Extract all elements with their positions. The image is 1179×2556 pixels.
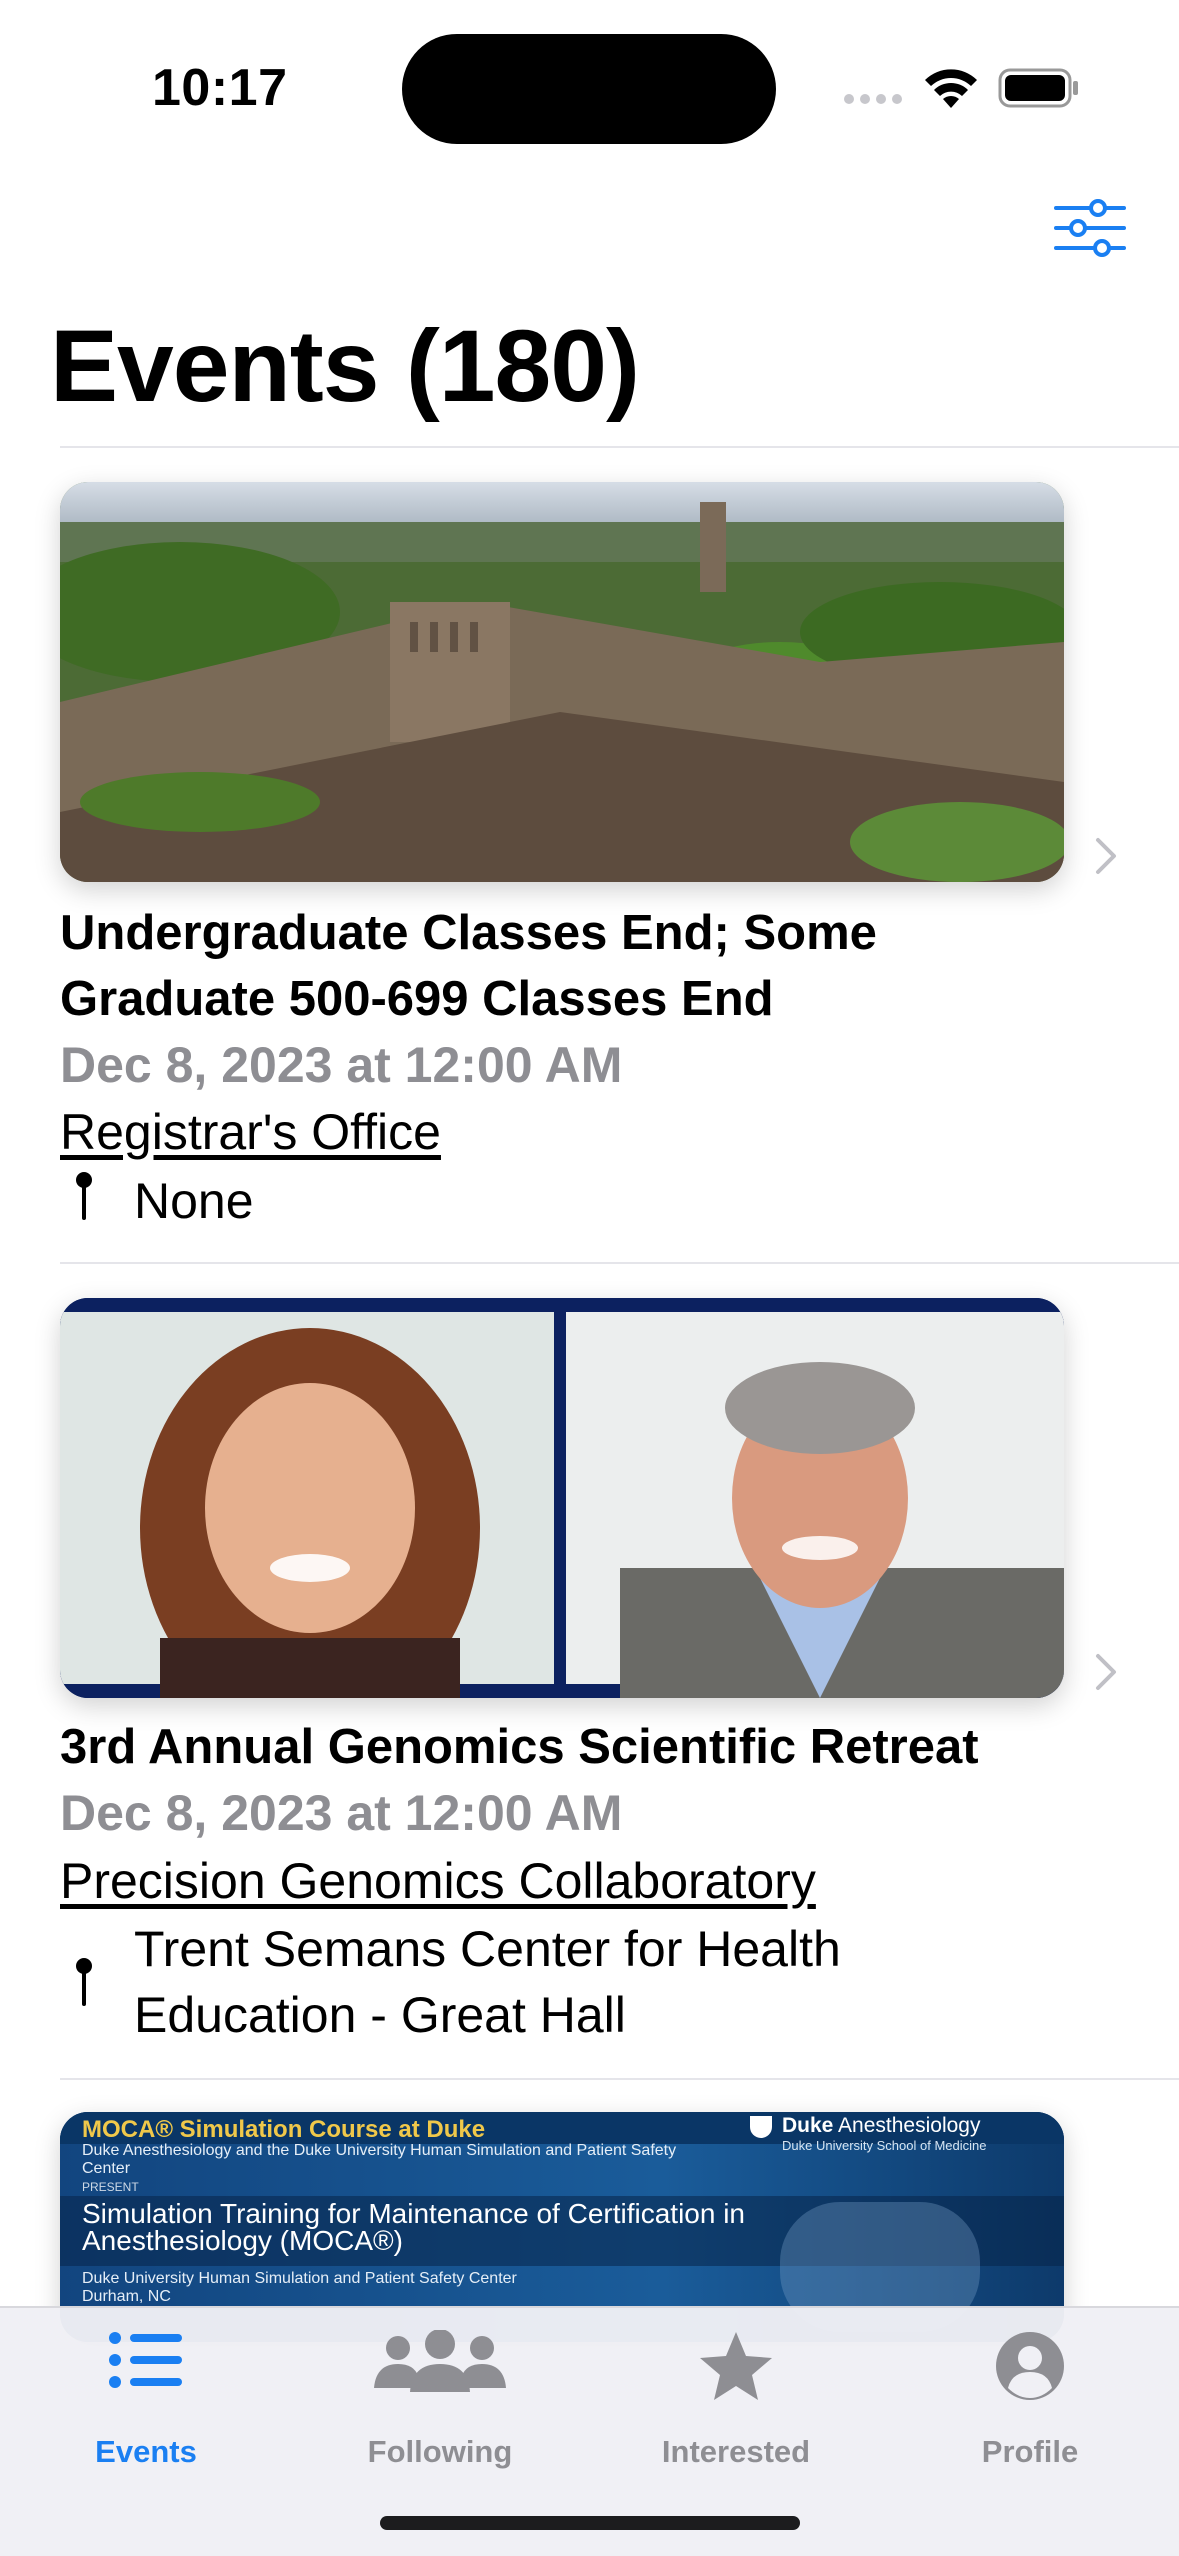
- banner-present: PRESENT: [82, 2180, 139, 2194]
- divider: [60, 1262, 1179, 1264]
- event-image: [60, 1298, 1064, 1698]
- pin-icon: [76, 1958, 92, 2006]
- campus-photo-image: [60, 482, 1064, 882]
- tab-label: Events: [95, 2434, 197, 2469]
- status-bar: 10:17: [0, 0, 1179, 160]
- banner-brand-rest: Anesthesiology: [838, 2114, 981, 2137]
- divider: [60, 446, 1179, 448]
- tab-label: Interested: [661, 2434, 811, 2469]
- event-location: Trent Semans Center for Health Education…: [134, 1921, 841, 2043]
- list-icon: [109, 2332, 182, 2388]
- page-title: Events (180): [50, 309, 640, 423]
- tab-interested[interactable]: Interested: [616, 2308, 856, 2478]
- event-organizer-link[interactable]: Registrar's Office: [60, 1103, 441, 1161]
- tab-label: Following: [367, 2434, 513, 2469]
- banner-brand-sub: Duke University School of Medicine: [782, 2138, 987, 2153]
- tab-profile[interactable]: Profile: [910, 2308, 1150, 2478]
- event-date: Dec 8, 2023 at 12:00 AM: [60, 1037, 623, 1093]
- battery-icon: [998, 68, 1078, 108]
- banner-venue: Duke University Human Simulation and Pat…: [82, 2270, 517, 2287]
- status-time: 10:17: [152, 59, 288, 117]
- banner-presenters: Duke Anesthesiology and the Duke Univers…: [82, 2142, 677, 2177]
- wifi-icon: [925, 69, 977, 108]
- home-indicator: [380, 2516, 800, 2530]
- star-icon: [700, 2332, 772, 2400]
- banner-brand-bold: Duke: [782, 2114, 834, 2137]
- event-date: Dec 8, 2023 at 12:00 AM: [60, 1785, 623, 1841]
- dynamic-island: [402, 34, 776, 144]
- event-title: Undergraduate Classes End; Some Graduate…: [60, 906, 877, 1026]
- banner-heading: MOCA® Simulation Course at Duke: [82, 2116, 486, 2143]
- cellular-signal-icon: [844, 94, 902, 104]
- person-circle-icon: [996, 2332, 1064, 2400]
- divider: [60, 2078, 1179, 2080]
- sliders-icon[interactable]: [1050, 196, 1130, 260]
- chevron-right-icon: [1096, 1654, 1116, 1690]
- duke-shield-icon: [750, 2116, 772, 2138]
- event-organizer-link[interactable]: Precision Genomics Collaboratory: [60, 1852, 816, 1910]
- event-title: 3rd Annual Genomics Scientific Retreat: [60, 1720, 979, 1774]
- speaker-portraits-image: [60, 1298, 1064, 1698]
- tab-label: Profile: [981, 2434, 1079, 2469]
- chevron-right-icon: [1096, 838, 1116, 874]
- tab-events[interactable]: Events: [26, 2308, 266, 2478]
- tab-following[interactable]: Following: [320, 2308, 560, 2478]
- banner-course: Simulation Training for Maintenance of C…: [82, 2198, 746, 2256]
- event-image: [60, 482, 1064, 882]
- event-location: None: [134, 1173, 254, 1229]
- people-icon: [374, 2330, 506, 2392]
- banner-city: Durham, NC: [82, 2288, 171, 2305]
- pin-icon: [76, 1172, 92, 1220]
